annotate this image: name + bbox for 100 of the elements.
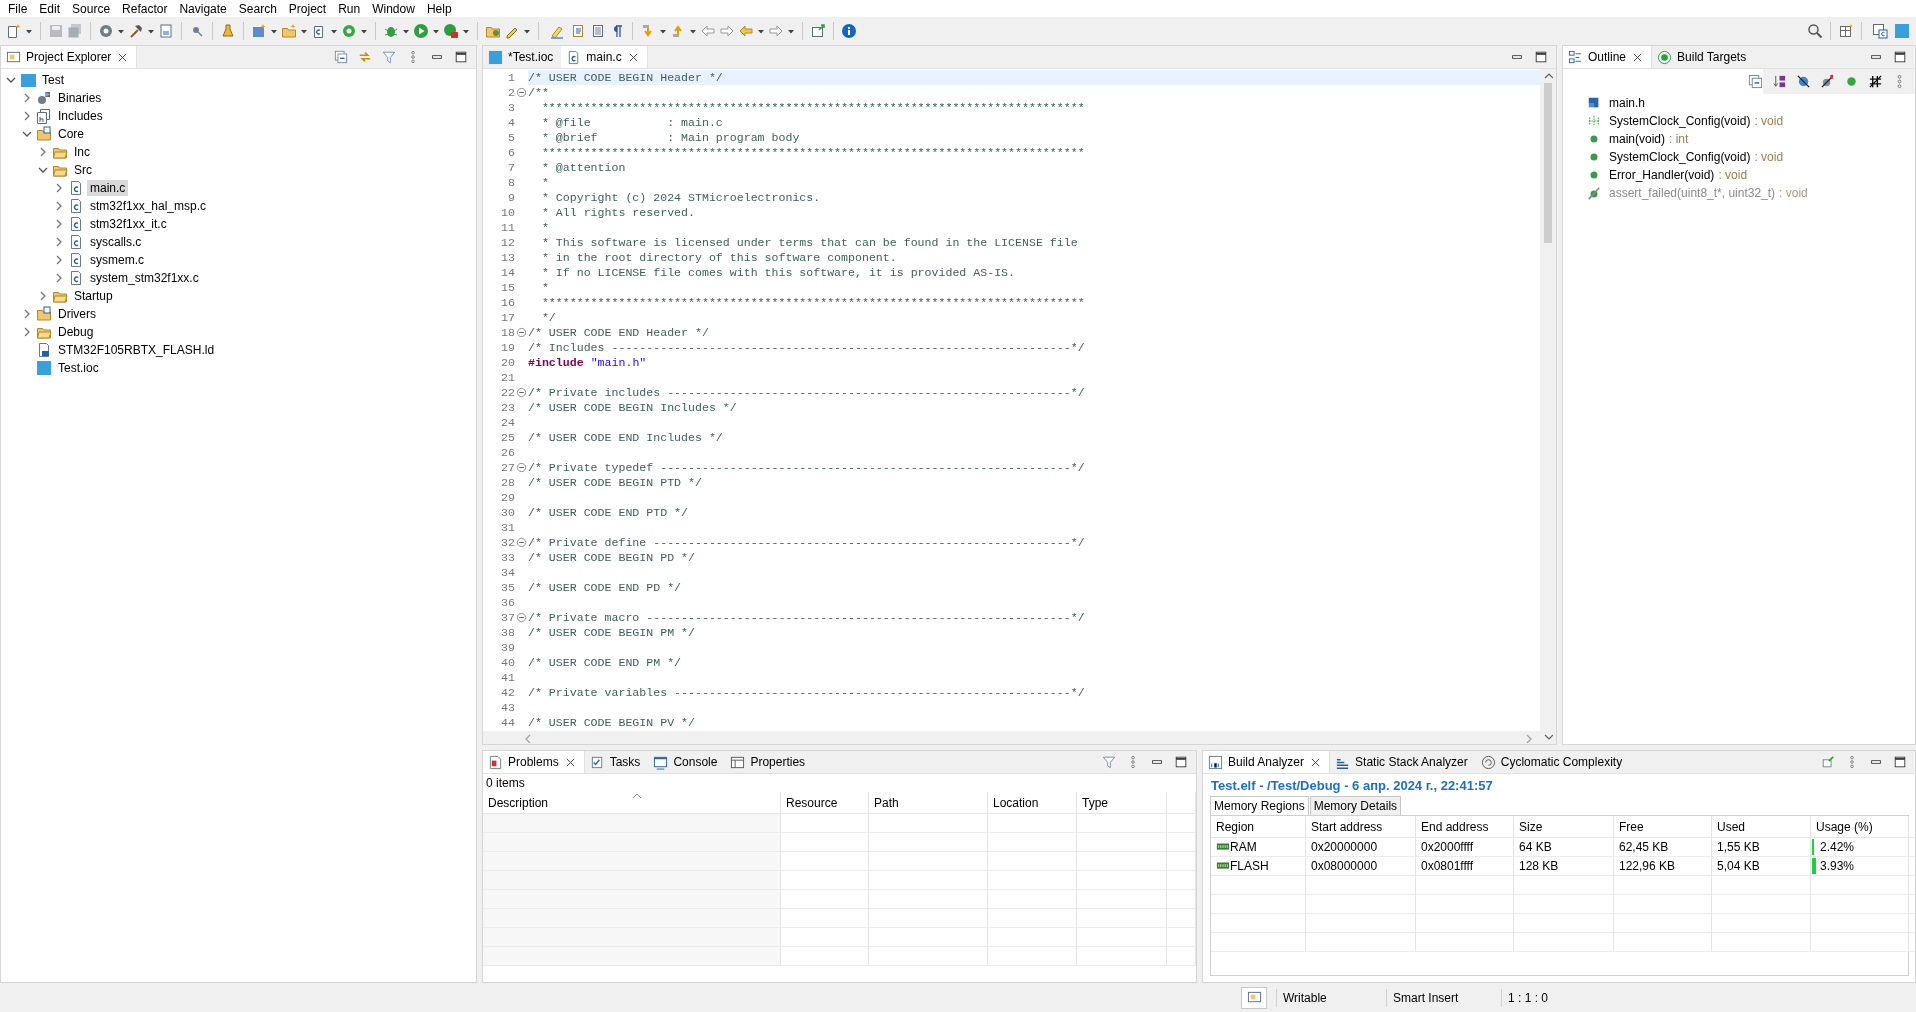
column-header[interactable]: Free [1614, 816, 1712, 838]
menu-item[interactable]: Navigate [173, 0, 233, 17]
menu-item[interactable]: Refactor [116, 0, 174, 17]
status-button[interactable] [1241, 986, 1267, 1009]
caret-icon[interactable] [300, 27, 308, 35]
tab[interactable]: Problems [483, 751, 585, 773]
tree-item[interactable]: syscalls.c [87, 234, 145, 250]
collapse-all-icon[interactable] [1748, 74, 1763, 89]
tree-item[interactable]: stm32f1xx_it.c [87, 216, 170, 232]
tree-item[interactable]: STM32F105RBTX_FLASH.ld [55, 342, 218, 358]
tree-item[interactable]: Test.ioc [55, 360, 102, 376]
menu-item[interactable]: Source [66, 0, 117, 17]
outline-item[interactable]: main.h [1609, 96, 1646, 110]
caret-icon[interactable] [432, 27, 440, 35]
hammer-icon[interactable] [128, 23, 144, 39]
tab[interactable]: Outline [1563, 46, 1653, 68]
menu-item[interactable]: Edit [33, 0, 67, 17]
flask-icon[interactable] [220, 23, 236, 39]
caret-icon[interactable] [787, 27, 795, 35]
arrow-right-icon[interactable] [719, 23, 735, 39]
filter-icon[interactable] [1102, 755, 1116, 769]
caret-icon[interactable] [25, 27, 33, 35]
tree-item[interactable]: Startup [71, 288, 116, 304]
caret-icon[interactable] [402, 27, 410, 35]
column-header[interactable]: Location [988, 792, 1077, 814]
maximize-icon[interactable] [454, 50, 468, 64]
column-header[interactable]: Size [1514, 816, 1614, 838]
sort-icon[interactable] [1772, 74, 1787, 89]
scroll-up-icon[interactable] [1543, 71, 1553, 81]
hide-static-icon[interactable] [1820, 74, 1835, 89]
tree-item[interactable]: system_stm32f1xx.c [87, 270, 202, 286]
outline-item[interactable]: SystemClock_Config(void) [1609, 114, 1751, 128]
perspective-icon[interactable] [1894, 23, 1910, 39]
column-header[interactable]: Usage (%) [1811, 816, 1909, 838]
caret-icon[interactable] [117, 27, 125, 35]
column-header[interactable]: Path [869, 792, 988, 814]
tree-item[interactable]: main.c [87, 180, 129, 196]
tab[interactable]: Memory Regions [1210, 796, 1309, 815]
tab[interactable]: Build Analyzer [1203, 751, 1331, 773]
tab[interactable]: main.c [561, 46, 648, 68]
collapse-icon[interactable] [516, 462, 527, 473]
caret-icon[interactable] [689, 27, 697, 35]
outline-item[interactable]: SystemClock_Config(void) [1609, 150, 1751, 164]
caret-icon[interactable] [270, 27, 278, 35]
caret-icon[interactable] [147, 27, 155, 35]
menu-item[interactable]: Search [232, 0, 283, 17]
caret-icon[interactable] [462, 27, 470, 35]
caret-icon[interactable] [757, 27, 765, 35]
pin-icon[interactable] [1821, 755, 1835, 769]
menu-item[interactable]: Project [282, 0, 333, 17]
vertical-scrollbar[interactable] [1540, 69, 1556, 744]
menu-item[interactable]: Window [366, 0, 421, 17]
run-icon[interactable] [443, 23, 459, 39]
maximize-icon[interactable] [1893, 755, 1907, 769]
outline-item[interactable]: main(void) [1609, 132, 1665, 146]
caret-icon[interactable] [330, 27, 338, 35]
list-icon[interactable] [590, 23, 606, 39]
maximize-icon[interactable] [1893, 50, 1907, 64]
collapse-icon[interactable] [516, 612, 527, 623]
collapse-all-icon[interactable] [334, 50, 348, 64]
menu-item[interactable]: Help [420, 0, 458, 17]
menu-item[interactable]: Run [332, 0, 367, 17]
hash-icon[interactable] [1868, 74, 1883, 89]
search-icon[interactable] [1807, 23, 1823, 39]
column-header[interactable]: Type [1077, 792, 1167, 814]
tree-item[interactable]: stm32f1xx_hal_msp.c [87, 198, 210, 214]
scroll-down-icon[interactable] [1543, 732, 1553, 742]
tree-item[interactable]: Src [71, 162, 95, 178]
tree-item[interactable]: sysmem.c [87, 252, 147, 268]
caret-icon[interactable] [360, 27, 368, 35]
tree-item[interactable]: Includes [55, 108, 106, 124]
caret-icon[interactable] [523, 27, 531, 35]
caret-icon[interactable] [659, 27, 667, 35]
link-icon[interactable] [358, 50, 372, 64]
collapse-icon[interactable] [516, 387, 527, 398]
hide-fields-icon[interactable] [1796, 74, 1811, 89]
outline-item[interactable]: Error_Handler(void) [1609, 168, 1715, 182]
dot-icon[interactable] [1844, 74, 1859, 89]
maximize-icon[interactable] [1534, 50, 1548, 64]
tree-item[interactable]: Test [39, 72, 67, 88]
filter-icon[interactable] [382, 50, 396, 64]
tree-item[interactable]: Inc [71, 144, 93, 160]
tree-item[interactable]: Drivers [55, 306, 99, 322]
collapse-icon[interactable] [516, 327, 527, 338]
column-header[interactable]: Used [1712, 816, 1811, 838]
new-file-icon[interactable] [6, 23, 22, 39]
export-icon[interactable] [810, 23, 826, 39]
gear-icon[interactable] [98, 23, 114, 39]
open-perspective-icon[interactable] [1838, 23, 1854, 39]
menu-item[interactable]: File [2, 0, 34, 17]
column-header[interactable]: Region [1211, 816, 1306, 838]
tab[interactable]: Project Explorer [1, 46, 138, 68]
scrollbar-thumb[interactable] [1544, 83, 1552, 243]
collapse-icon[interactable] [516, 537, 527, 548]
column-header[interactable]: End address [1416, 816, 1514, 838]
info-icon[interactable] [841, 23, 857, 39]
tree-item[interactable]: Binaries [55, 90, 105, 106]
tree-item[interactable]: Core [55, 126, 87, 142]
tree-item[interactable]: Debug [55, 324, 97, 340]
tab[interactable]: Memory Details [1309, 796, 1402, 815]
